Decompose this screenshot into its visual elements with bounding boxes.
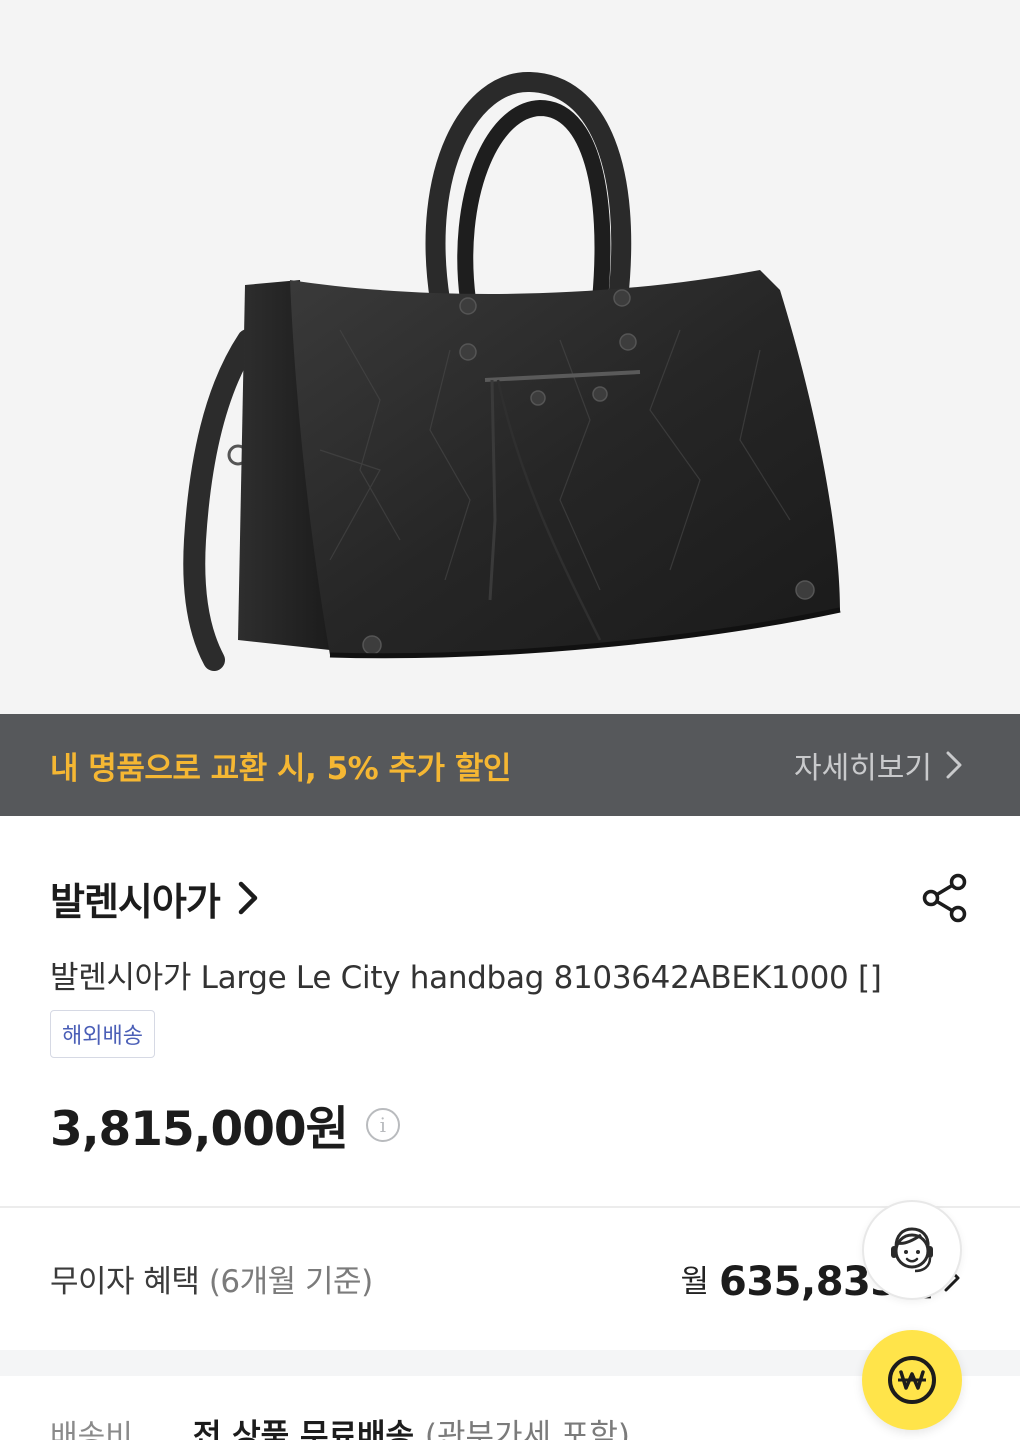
customer-service-button[interactable] (862, 1200, 962, 1300)
brand-link[interactable]: 발렌시아가 (50, 871, 258, 926)
trade-in-promo-banner[interactable]: 내 명품으로 교환 시, 5% 추가 할인 자세히보기 (0, 714, 1020, 816)
shipping-fee-label: 배송비 (50, 1418, 133, 1440)
brand-name: 발렌시아가 (50, 879, 221, 924)
shipping-fee-row: 배송비 전 상품 무료배송 (관부가세 포함) (50, 1410, 970, 1440)
promo-details-label: 자세히보기 (794, 751, 932, 786)
product-image (0, 0, 1020, 714)
installment-benefit-row[interactable]: 무이자 혜택 (6개월 기준) 월 635,833원 (50, 1246, 960, 1310)
handbag-illustration (183, 71, 841, 671)
installment-label-text: 무이자 혜택 (50, 1263, 200, 1300)
overseas-shipping-badge: 해외배송 (50, 1010, 155, 1058)
won-pay-button[interactable] (862, 1330, 962, 1430)
chevron-right-icon (238, 881, 258, 915)
promo-text: 내 명품으로 교환 시, 5% 추가 할인 (50, 750, 511, 787)
installment-period: (6개월 기준) (208, 1263, 373, 1300)
headset-agent-icon (891, 1227, 933, 1273)
product-price: 3,815,000원 (50, 1102, 349, 1157)
share-button[interactable] (920, 873, 970, 923)
product-title: 발렌시아가 Large Le City handbag 8103642ABEK1… (50, 960, 882, 996)
brand-row: 발렌시아가 (50, 870, 970, 926)
section-divider (0, 1206, 1020, 1208)
won-coin-icon (888, 1356, 936, 1404)
info-icon[interactable]: i (365, 1107, 400, 1142)
installment-prefix: 월 (680, 1263, 709, 1300)
shipping-fee-note: (관부가세 포함) (424, 1418, 631, 1440)
price-row: 3,815,000원 i (50, 1090, 400, 1159)
installment-label: 무이자 혜택 (6개월 기준) (50, 1256, 373, 1301)
share-icon (922, 873, 967, 923)
chevron-right-icon (946, 751, 962, 779)
shipping-fee-value: 전 상품 무료배송 (관부가세 포함) (193, 1410, 630, 1440)
promo-details-link[interactable]: 자세히보기 (794, 743, 962, 787)
shipping-fee-text: 전 상품 무료배송 (192, 1418, 415, 1440)
